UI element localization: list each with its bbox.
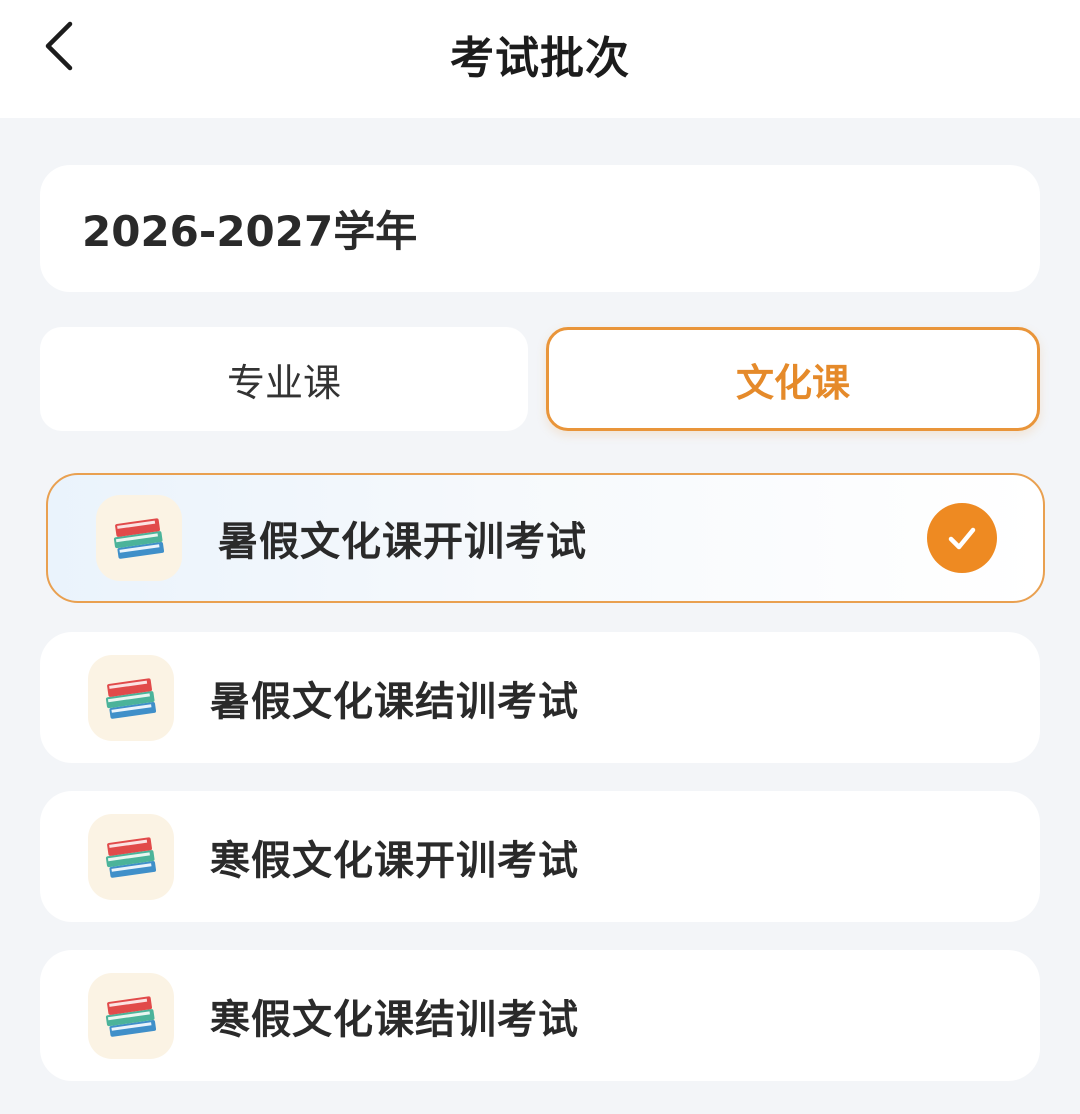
exam-item[interactable]: 暑假文化课结训考试 (40, 632, 1040, 763)
academic-year-label: 2026-2027学年 (82, 207, 418, 256)
tab-label: 文化课 (735, 360, 850, 405)
books-icon (88, 972, 174, 1059)
exam-item-label: 暑假文化课结训考试 (210, 678, 579, 725)
page-title: 考试批次 (450, 33, 630, 84)
top-bar: 考试批次 (0, 0, 1080, 118)
exam-item-label: 寒假文化课结训考试 (210, 996, 579, 1043)
books-icon (88, 813, 174, 900)
exam-item[interactable]: 寒假文化课结训考试 (40, 950, 1040, 1081)
exam-item[interactable]: 暑假文化课开训考试 (46, 473, 1045, 603)
academic-year-selector[interactable]: 2026-2027学年 (40, 165, 1040, 292)
books-icon (88, 654, 174, 741)
books-icon (96, 495, 182, 581)
exam-item-label: 暑假文化课开训考试 (218, 519, 587, 565)
exam-item-label: 寒假文化课开训考试 (210, 837, 579, 884)
tab-culture-course[interactable]: 文化课 (546, 327, 1040, 431)
tab-professional-course[interactable]: 专业课 (40, 327, 528, 431)
exam-item[interactable]: 寒假文化课开训考试 (40, 791, 1040, 922)
selected-check-icon (927, 503, 997, 573)
tab-label: 专业课 (226, 360, 341, 405)
